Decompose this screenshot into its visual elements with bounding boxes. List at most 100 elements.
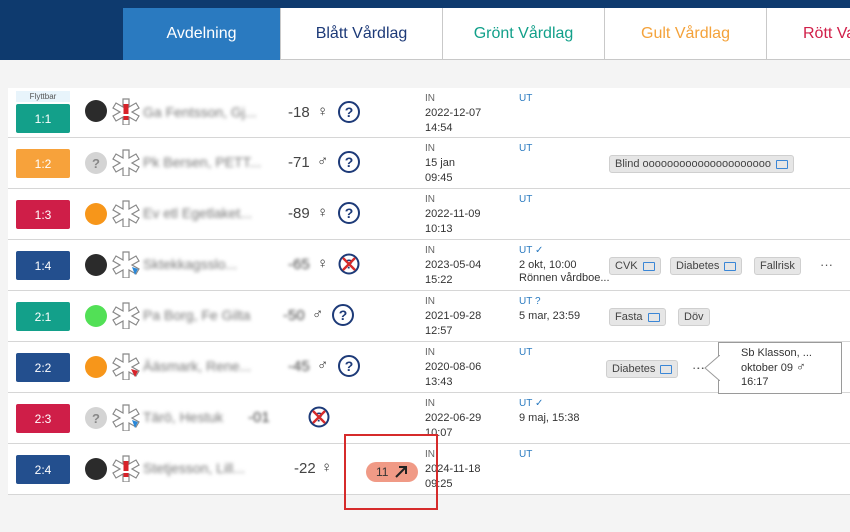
unknown-icon: ? <box>534 296 541 307</box>
sex-female-icon: ♀ <box>321 459 333 476</box>
ut-label: UT ✓ <box>519 398 543 409</box>
callout-name: Sb Klasson, ... <box>741 347 812 359</box>
patient-age: -50 <box>283 307 305 324</box>
in-time: 10:13 <box>425 223 453 235</box>
tag-chip[interactable]: CVK <box>609 257 661 275</box>
room-badge[interactable]: 2:3 <box>16 404 70 433</box>
tag-label: Fasta <box>615 311 643 323</box>
tag-chip[interactable]: Diabetes <box>606 360 679 378</box>
patient-name: Tärö, Hestuk <box>143 409 224 425</box>
tab-gront-vardlag[interactable]: Grönt Vårdlag <box>443 8 605 60</box>
status-dot <box>85 100 107 122</box>
help-circle-icon[interactable]: ? <box>332 304 354 326</box>
sex-male-icon: ♂ <box>317 153 329 170</box>
tab-bar: Avdelning Blått Vårdlag Grönt Vårdlag Gu… <box>0 8 850 60</box>
no-help-icon[interactable]: ? <box>308 406 330 428</box>
room-badge[interactable]: 2:4 <box>16 455 70 484</box>
patient-age: -01 <box>248 409 270 426</box>
patient-age: -22 <box>294 460 316 477</box>
patient-name: Stetjesson, Lill... <box>143 460 245 476</box>
tag-chip[interactable]: Döv <box>678 308 710 326</box>
medical-star-icon <box>112 149 140 176</box>
comment-icon <box>647 312 660 322</box>
patient-age: -18 <box>288 104 310 121</box>
tab-rott-vardlag[interactable]: Rött Va <box>767 8 850 60</box>
tag-chip[interactable]: Blind ooooooooooooooooooooo <box>609 155 794 173</box>
tag-chip[interactable]: Fallrisk <box>754 257 801 275</box>
tag-label: CVK <box>615 260 638 272</box>
patient-name: Pa Borg, Fe Gilta <box>143 307 251 323</box>
tag-label: Döv <box>684 311 704 323</box>
more-icon[interactable]: ··· <box>820 257 833 272</box>
tag-label: Diabetes <box>612 363 656 375</box>
tab-gult-vardlag[interactable]: Gult Vårdlag <box>605 8 767 60</box>
in-date: 2022-06-29 <box>425 412 482 424</box>
tag-label: Blind ooooooooooooooooooooo <box>615 158 771 170</box>
patient-age: -65 <box>288 256 310 273</box>
unknown-status-icon: ? <box>85 407 107 429</box>
ut-label: UT <box>519 143 533 154</box>
ut-datetime: 9 maj, 15:38 <box>519 412 580 424</box>
patient-row[interactable]: 1:4 Sktekkagsslo... -65 ♀ ? IN 2023-05-0… <box>8 240 850 291</box>
status-dot <box>85 254 107 276</box>
callout-left-dots[interactable]: ··· <box>692 360 705 375</box>
status-dot <box>85 458 107 480</box>
comment-icon <box>642 261 655 271</box>
patient-row[interactable]: 1:2 ? Pk Bersen, PETT... -71 ♂ ? IN 15 j… <box>8 138 850 189</box>
in-label: IN <box>425 296 435 307</box>
tab-label: Grönt Vårdlag <box>473 25 574 42</box>
medical-star-flag-icon <box>112 404 140 431</box>
in-time: 13:43 <box>425 376 453 388</box>
comment-icon <box>724 261 737 271</box>
patient-row[interactable]: Flyttbar 1:1 Ga Fentsson, Gj... -18 ♀ ? … <box>8 88 850 138</box>
room-badge[interactable]: 1:1 <box>16 104 70 133</box>
patient-row[interactable]: 2:1 Pa Borg, Fe Gilta -50 ♂ ? IN 2021-09… <box>8 291 850 342</box>
room-badge[interactable]: 2:1 <box>16 302 70 331</box>
medical-star-alert-icon <box>112 455 140 482</box>
tab-label: Rött Va <box>803 25 850 42</box>
ut-datetime: 5 mar, 23:59 <box>519 310 581 322</box>
callout-time: 16:17 <box>741 376 769 388</box>
patient-row[interactable]: 1:3 Ev etl Egetlaket... -89 ♀ ? IN 2022-… <box>8 189 850 240</box>
tag-chip[interactable]: Fasta <box>609 308 666 326</box>
patient-name: Ga Fentsson, Gj... <box>143 104 257 120</box>
help-circle-icon[interactable]: ? <box>338 202 360 224</box>
help-circle-icon[interactable]: ? <box>338 101 360 123</box>
callout-date: oktober 09 ♂ <box>741 360 841 375</box>
tag-label: Diabetes <box>676 260 720 272</box>
ut-label: UT <box>519 194 533 205</box>
sex-female-icon: ♀ <box>317 255 329 272</box>
help-circle-icon[interactable]: ? <box>338 151 360 173</box>
tag-chip[interactable]: Diabetes <box>670 257 743 275</box>
medical-star-alert-flag-icon <box>112 353 140 380</box>
callout-date-text: oktober 09 <box>741 362 793 374</box>
status-dot <box>85 356 107 378</box>
in-time: 14:54 <box>425 122 453 134</box>
in-label: IN <box>425 398 435 409</box>
ut-label: UT <box>519 347 533 358</box>
move-callout[interactable]: Sb Klasson, ... oktober 09 ♂ 16:17 <box>718 342 842 394</box>
ut-datetime: 2 okt, 10:00 <box>519 259 577 271</box>
in-label: IN <box>425 245 435 256</box>
unknown-status-icon: ? <box>85 152 107 174</box>
tab-label: Blått Vårdlag <box>315 25 408 42</box>
tab-avdelning[interactable]: Avdelning <box>123 8 281 60</box>
tab-blatt-vardlag[interactable]: Blått Vårdlag <box>281 8 443 60</box>
medical-star-flag-icon <box>112 251 140 278</box>
ut-label: UT ✓ <box>519 245 543 256</box>
comment-icon <box>660 364 673 374</box>
tab-label: Gult Vårdlag <box>641 25 730 42</box>
ut-label: UT <box>519 449 533 460</box>
patient-age: -89 <box>288 205 310 222</box>
checkmark-icon: ✓ <box>534 398 544 409</box>
room-badge[interactable]: 1:3 <box>16 200 70 229</box>
room-badge[interactable]: 1:2 <box>16 149 70 178</box>
room-badge[interactable]: 1:4 <box>16 251 70 280</box>
patient-name: Sktekkagsslo... <box>143 256 238 272</box>
ut-label-text: UT <box>519 296 533 307</box>
room-badge[interactable]: 2:2 <box>16 353 70 382</box>
help-circle-icon[interactable]: ? <box>338 355 360 377</box>
patient-age: -45 <box>288 358 310 375</box>
no-help-icon[interactable]: ? <box>338 253 360 275</box>
in-date: 2022-11-09 <box>425 208 481 220</box>
